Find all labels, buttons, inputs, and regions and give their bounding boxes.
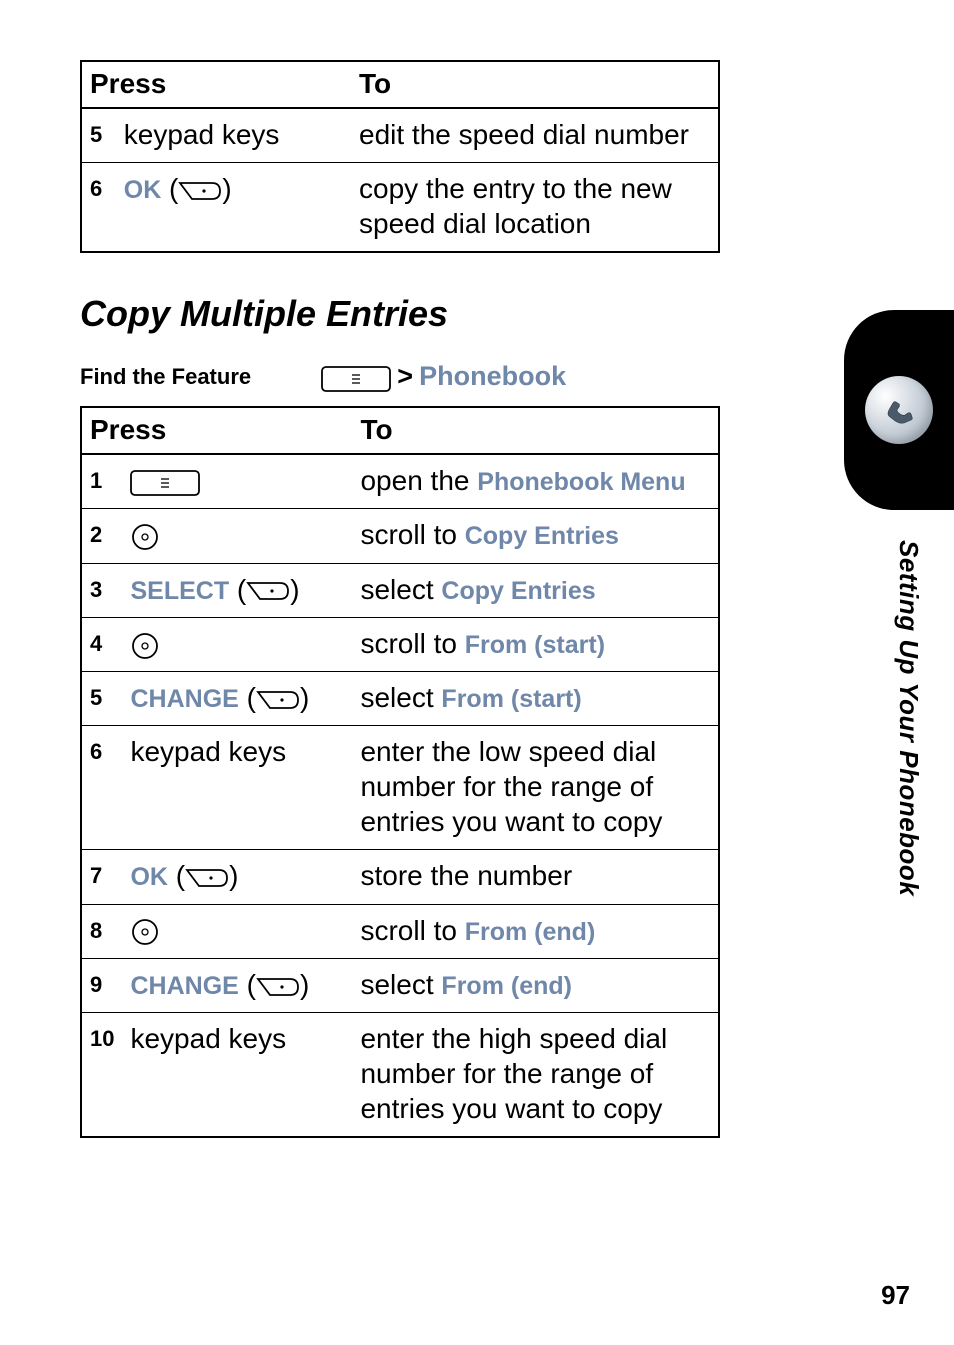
row-to: select From (start) <box>352 672 719 726</box>
row-to: select From (end) <box>352 958 719 1012</box>
side-section-title: Setting Up Your Phonebook <box>893 540 924 896</box>
change-label: CHANGE <box>130 685 238 713</box>
paren-open: ( <box>247 969 256 1000</box>
find-feature-label: Find the Feature <box>80 364 251 390</box>
row-num: 10 <box>81 1013 122 1138</box>
phonebook-label: Phonebook <box>419 361 566 391</box>
to-text: select <box>360 969 441 1000</box>
row-key <box>122 904 352 958</box>
select-label: SELECT <box>130 577 229 605</box>
row-num: 7 <box>81 850 122 904</box>
row-num: 6 <box>81 163 116 253</box>
change-label: CHANGE <box>130 972 238 1000</box>
row-key: OK () <box>122 850 352 904</box>
main-table: Press To 1 open the Phonebook Menu 2 <box>80 406 720 1138</box>
to-text: open the <box>360 465 477 496</box>
row-num: 2 <box>81 509 122 563</box>
row-num: 6 <box>81 726 122 850</box>
to-soft: Phonebook Menu <box>477 468 685 496</box>
row-key <box>122 617 352 671</box>
side-tab <box>844 310 954 510</box>
find-feature-value: > Phonebook <box>321 361 566 392</box>
top-header-to: To <box>351 61 719 108</box>
row-key: keypad keys <box>116 108 351 163</box>
row-to: enter the low speed dial number for the … <box>352 726 719 850</box>
row-to: select Copy Entries <box>352 563 719 617</box>
to-text: scroll to <box>360 628 464 659</box>
to-soft: Copy Entries <box>465 522 619 550</box>
paren-close: ) <box>290 574 299 605</box>
row-to: open the Phonebook Menu <box>352 454 719 509</box>
menu-key-icon <box>130 470 200 496</box>
row-to: scroll to From (end) <box>352 904 719 958</box>
top-table: Press To 5 keypad keys edit the speed di… <box>80 60 720 253</box>
row-key: SELECT () <box>122 563 352 617</box>
row-num: 9 <box>81 958 122 1012</box>
to-soft: Copy Entries <box>441 577 595 605</box>
row-num: 5 <box>81 672 122 726</box>
row-num: 4 <box>81 617 122 671</box>
row-key <box>122 454 352 509</box>
row-key: keypad keys <box>122 1013 352 1138</box>
menu-key-icon <box>321 366 391 392</box>
row-num: 3 <box>81 563 122 617</box>
to-text: scroll to <box>360 915 464 946</box>
to-soft: From (start) <box>441 685 581 713</box>
paren-open: ( <box>237 574 246 605</box>
ok-label: OK <box>130 863 168 891</box>
row-num: 8 <box>81 904 122 958</box>
nav-key-icon <box>130 522 160 552</box>
softkey-icon <box>178 181 222 201</box>
row-to: store the number <box>352 850 719 904</box>
row-num: 1 <box>81 454 122 509</box>
row-to: copy the entry to the new speed dial loc… <box>351 163 719 253</box>
nav-key-icon <box>130 631 160 661</box>
to-text: select <box>360 574 441 605</box>
to-soft: From (end) <box>465 918 596 946</box>
softkey-icon <box>185 868 229 888</box>
paren-open: ( <box>176 860 185 891</box>
to-text: select <box>360 682 441 713</box>
main-header-press: Press <box>81 407 352 454</box>
phone-icon <box>865 376 933 444</box>
section-heading: Copy Multiple Entries <box>80 293 894 335</box>
top-header-press: Press <box>81 61 351 108</box>
softkey-icon <box>256 977 300 997</box>
row-key: OK () <box>116 163 351 253</box>
paren-close: ) <box>300 969 309 1000</box>
row-key: CHANGE () <box>122 672 352 726</box>
paren-open: ( <box>247 682 256 713</box>
row-key: keypad keys <box>122 726 352 850</box>
main-header-to: To <box>352 407 719 454</box>
paren-open: ( <box>169 173 178 204</box>
page-number: 97 <box>881 1280 910 1311</box>
softkey-icon <box>256 690 300 710</box>
find-feature-row: Find the Feature > Phonebook <box>80 361 720 392</box>
row-to: scroll to From (start) <box>352 617 719 671</box>
row-key: CHANGE () <box>122 958 352 1012</box>
row-key <box>122 509 352 563</box>
paren-close: ) <box>300 682 309 713</box>
paren-close: ) <box>229 860 238 891</box>
to-soft: From (start) <box>465 631 605 659</box>
paren-close: ) <box>222 173 231 204</box>
row-to: enter the high speed dial number for the… <box>352 1013 719 1138</box>
row-to: edit the speed dial number <box>351 108 719 163</box>
to-soft: From (end) <box>441 972 572 1000</box>
chevron: > <box>397 361 413 391</box>
nav-key-icon <box>130 917 160 947</box>
ok-label: OK <box>124 176 162 204</box>
to-text: scroll to <box>360 519 464 550</box>
row-to: scroll to Copy Entries <box>352 509 719 563</box>
row-num: 5 <box>81 108 116 163</box>
softkey-icon <box>246 581 290 601</box>
